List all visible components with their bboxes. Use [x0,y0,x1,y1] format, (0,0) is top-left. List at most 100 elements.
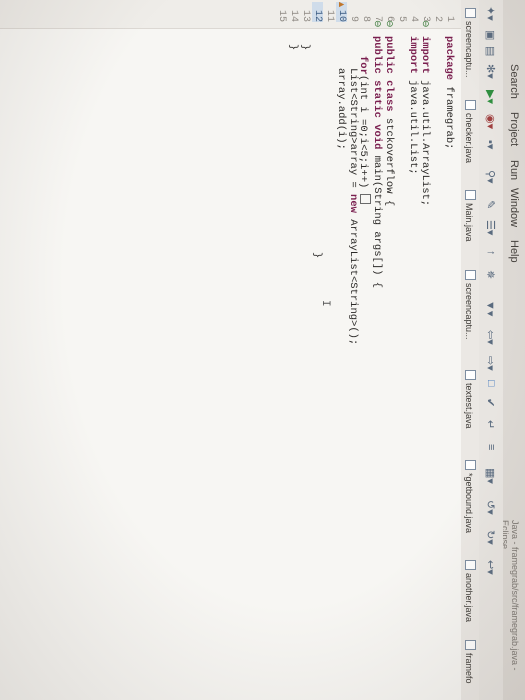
code-text: array.add(i); [335,68,347,150]
back-icon[interactable]: ⇦▾ [484,330,497,345]
format-icon[interactable]: ≡ [485,444,497,450]
tab-label: Main.java [464,203,474,242]
java-file-icon [465,370,476,380]
line-number: 4 [408,15,419,22]
next-edit-icon[interactable]: ↻▾ [484,530,497,545]
java-file-icon [465,270,476,280]
tab-label: textest.java [464,383,474,429]
fold-icon[interactable]: ⊖ [420,20,431,28]
code-editor[interactable]: 1 2 3 4 5 6 7 8 9 10 11 12 13 14 15 ⊖ ⊖ … [0,0,461,700]
eclipse-window: Search Project Run Window Help Java - fr… [0,0,525,700]
menu-help[interactable]: Help [508,240,520,263]
tab-framefo[interactable]: framefo [464,640,476,684]
code-line-8: for(int i =0;i<5;i++) [357,56,371,205]
external-tools-icon[interactable]: ◉▾ [484,114,497,129]
tab-screencapture-2[interactable]: screencaptu... [464,270,476,340]
print-icon[interactable]: ▤ [484,46,497,56]
code-line-4: import java.util.List; [407,36,419,175]
editor-tabs: screencaptu... checker.java Main.java sc… [460,0,479,700]
tab-label: *getbound.java [464,473,474,534]
line-number: 3 [420,15,431,22]
toolbar: ✦▾ ▣ ▤ ✻▾ ▶▾ ◉▾ ▪▾ ⚲▾ ✎ ☰▾ ↑ ✵ ▼▾ ⇦▾ ⇨▾ … [479,0,503,700]
line-number: 12 [312,2,323,22]
code-text: java.util.List; [407,73,419,175]
open-type-icon[interactable]: ✎ [484,200,497,209]
annotation-icon[interactable]: ↑ [485,250,497,256]
code-text: java.util.ArrayList; [419,73,431,207]
tab-another[interactable]: another.java [464,560,476,622]
code-line-1: package framegrab; [443,36,455,149]
new-java-project-icon[interactable]: ▪▾ [484,140,497,149]
menu-search[interactable]: Search [508,64,520,99]
line-number: 13 [300,9,311,22]
search-icon[interactable]: ⚲▾ [484,170,497,184]
run-icon[interactable]: ▶▾ [484,90,497,104]
tab-textest[interactable]: textest.java [464,370,476,429]
keyword: public class [383,36,395,112]
word-wrap-icon[interactable]: ↵ [484,420,497,429]
fold-icon[interactable]: ⊖ [372,20,383,28]
perspective-icon[interactable]: □ [485,380,497,387]
code-line-9: List<String>array = new ArrayList<String… [347,68,359,345]
toggle-mark-icon[interactable]: ✔ [484,398,497,407]
code-text: stckoverflow { [383,111,395,207]
java-file-icon [465,8,476,18]
code-line-7: public static void main(String args[]) { [371,36,383,288]
new-icon[interactable]: ✦▾ [484,6,497,21]
tab-main[interactable]: Main.java [464,190,476,242]
code-line-14: } [287,44,299,50]
next-annotation-icon[interactable]: ▼▾ [484,300,497,316]
menu-window[interactable]: Window [508,188,520,227]
tab-screencapture-1[interactable]: screencaptu... [464,8,476,78]
forward-icon[interactable]: ⇨▾ [484,356,497,371]
code-text: ArrayList<String>(); [347,212,359,346]
tab-getbound[interactable]: *getbound.java [464,460,476,533]
pin-icon[interactable]: ✵ [484,270,497,279]
tab-label: screencaptu... [464,283,474,340]
save-icon[interactable]: ▣ [484,30,497,40]
code-line-3: import java.util.ArrayList; [419,36,431,206]
last-edit-icon[interactable]: ↩▾ [484,560,497,575]
line-number: 1 [444,15,455,22]
menu-run[interactable]: Run [508,160,520,180]
java-file-icon [465,460,476,470]
task-icon[interactable]: ☰▾ [484,220,497,235]
photo-background: Search Project Run Window Help Java - fr… [0,0,525,700]
keyword: package [443,36,455,81]
code-line-12: } [311,252,323,258]
code-line-10: array.add(i); [335,68,347,150]
line-number: 9 [348,15,359,22]
keyword: import [407,36,419,74]
tab-checker[interactable]: checker.java [464,100,476,163]
tab-label: another.java [464,573,474,623]
java-file-icon [465,560,476,570]
warning-marker-icon[interactable]: ▲ [337,0,347,9]
menu-project[interactable]: Project [508,112,520,146]
code-text: } [287,44,299,51]
code-line-13: } [299,44,311,50]
java-file-icon [465,640,476,650]
bracket-marker-icon [360,194,371,205]
java-file-icon [465,100,476,110]
line-number: 8 [360,15,371,22]
keyword: new [347,194,359,213]
expand-icon[interactable]: ▦▾ [484,468,497,484]
code-text: List<String>array = [347,68,359,195]
line-number: 11 [324,9,335,22]
code-text: } [311,252,323,259]
line-number: 2 [432,15,443,22]
window-title: Java - framegrab/src/framegrab.java - Ec… [500,520,520,671]
line-number: 5 [396,15,407,22]
code-line-6: public class stckoverflow { [383,36,395,206]
tab-label: framefo [464,653,474,684]
fold-icon[interactable]: ⊖ [384,20,395,28]
line-number: 15 [276,9,287,22]
java-file-icon [465,190,476,200]
code-text: framegrab; [443,80,455,150]
keyword: public static void [371,36,383,150]
line-number: 7 [372,15,383,22]
prev-edit-icon[interactable]: ↺▾ [484,500,497,515]
keyword: import [419,36,431,74]
debug-icon[interactable]: ✻▾ [484,64,497,79]
text-cursor-icon: I [319,300,331,307]
